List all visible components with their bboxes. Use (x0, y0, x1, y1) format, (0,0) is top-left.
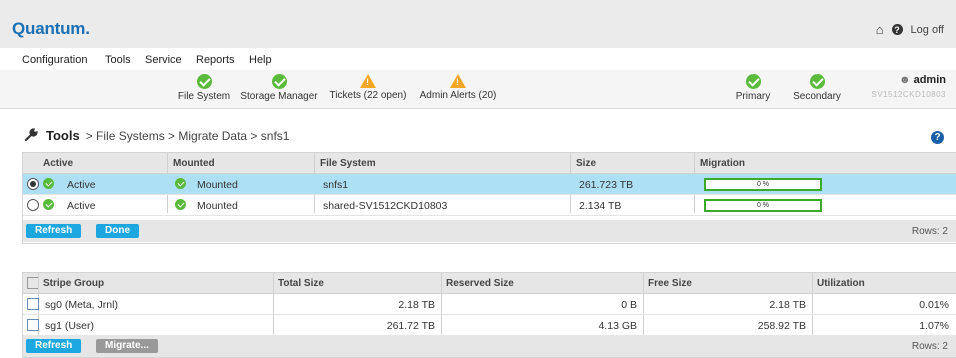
menu-tools[interactable]: Tools (105, 54, 131, 66)
table-footer: Refresh Migrate... Rows: 2 (23, 335, 956, 357)
host-name: SV1512CKD10803 (871, 90, 946, 99)
table-row[interactable]: sg0 (Meta, Jrnl) 2.18 TB 0 B 2.18 TB 0.0… (23, 294, 956, 315)
mounted-status: Mounted (197, 200, 238, 212)
user-icon: ☻ (898, 74, 911, 86)
status-secondary[interactable]: Secondary (791, 74, 843, 102)
main-menu: Configuration Tools Service Reports Help (0, 48, 956, 71)
col-size[interactable]: Size (576, 158, 596, 169)
total-size: 261.72 TB (386, 320, 435, 332)
migrate-button[interactable]: Migrate... (96, 339, 158, 353)
check-circle-icon (175, 199, 186, 210)
col-mounted[interactable]: Mounted (173, 158, 215, 169)
check-circle-icon (745, 74, 761, 89)
free-size: 2.18 TB (769, 299, 806, 311)
col-utilization[interactable]: Utilization (817, 278, 865, 289)
check-circle-icon (43, 178, 54, 189)
migration-progress: 0 % (704, 178, 822, 191)
check-circle-icon (809, 74, 825, 89)
file-system-name: shared-SV1512CKD10803 (323, 200, 448, 212)
user-info[interactable]: ☻ admin SV1512CKD10803 (871, 74, 946, 99)
rows-count: Rows: 2 (911, 226, 948, 237)
col-total-size[interactable]: Total Size (278, 278, 324, 289)
file-system-size: 261.723 TB (579, 179, 634, 191)
col-migration[interactable]: Migration (700, 158, 745, 169)
active-status: Active (67, 200, 96, 212)
help-icon[interactable]: ? (891, 24, 903, 35)
reserved-size: 0 B (621, 299, 637, 311)
col-active[interactable]: Active (43, 158, 73, 169)
col-free-size[interactable]: Free Size (648, 278, 692, 289)
migration-progress: 0 % (704, 199, 822, 212)
col-file-system[interactable]: File System (320, 158, 376, 169)
mounted-status: Mounted (197, 179, 238, 191)
menu-help[interactable]: Help (249, 54, 272, 66)
page-title-text: Tools (46, 128, 80, 143)
table-header: Active Mounted File System Size Migratio… (23, 153, 956, 174)
file-system-name: snfs1 (323, 179, 349, 191)
warning-icon: ! (360, 74, 376, 88)
app-header: Quantum. ⌂ ? Log off (0, 0, 956, 48)
free-size: 258.92 TB (757, 320, 806, 332)
quantum-logo: Quantum. (12, 19, 90, 38)
stripe-group-name: sg1 (User) (45, 320, 95, 332)
status-primary[interactable]: Primary (732, 74, 774, 102)
stripe-group-table: Stripe Group Total Size Reserved Size Fr… (22, 272, 956, 358)
check-circle-icon (271, 74, 287, 89)
check-circle-icon (175, 178, 186, 189)
table-header: Stripe Group Total Size Reserved Size Fr… (23, 273, 956, 294)
menu-configuration[interactable]: Configuration (22, 54, 87, 66)
col-stripe-group[interactable]: Stripe Group (43, 278, 104, 289)
table-row[interactable]: sg1 (User) 261.72 TB 4.13 GB 258.92 TB 1… (23, 315, 956, 336)
table-footer: Refresh Done Rows: 2 (23, 220, 956, 242)
rows-count: Rows: 2 (911, 341, 948, 352)
home-icon[interactable]: ⌂ (876, 22, 884, 37)
file-system-table: Active Mounted File System Size Migratio… (22, 152, 956, 244)
active-status: Active (67, 179, 96, 191)
row-checkbox[interactable] (27, 298, 39, 310)
help-icon[interactable]: ? (931, 131, 944, 144)
table-row[interactable]: Active Mounted shared-SV1512CKD10803 2.1… (23, 195, 956, 216)
refresh-button[interactable]: Refresh (26, 339, 82, 353)
wrench-icon (24, 126, 40, 145)
menu-service[interactable]: Service (145, 54, 182, 66)
utilization: 1.07% (919, 320, 949, 332)
status-bar: File System Storage Manager ! Tickets (2… (0, 70, 956, 109)
breadcrumb: > File Systems > Migrate Data > snfs1 (85, 128, 290, 143)
stripe-group-name: sg0 (Meta, Jrnl) (45, 299, 118, 311)
warning-icon: ! (450, 74, 466, 88)
status-tickets[interactable]: ! Tickets (22 open) (326, 74, 410, 101)
reserved-size: 4.13 GB (598, 320, 637, 332)
header-actions: ⌂ ? Log off (876, 22, 944, 37)
row-radio[interactable] (27, 199, 39, 211)
row-checkbox[interactable] (27, 319, 39, 331)
table-row[interactable]: Active Mounted snfs1 261.723 TB 0 % (23, 174, 956, 195)
row-radio[interactable] (27, 178, 39, 190)
status-file-system[interactable]: File System (176, 74, 232, 102)
file-system-size: 2.134 TB (579, 200, 622, 212)
menu-reports[interactable]: Reports (196, 54, 235, 66)
check-circle-icon (43, 199, 54, 210)
check-circle-icon (196, 74, 212, 89)
refresh-button[interactable]: Refresh (26, 224, 82, 238)
status-storage-manager[interactable]: Storage Manager (240, 74, 318, 102)
logoff-link[interactable]: Log off (911, 24, 944, 36)
col-reserved-size[interactable]: Reserved Size (446, 278, 514, 289)
utilization: 0.01% (919, 299, 949, 311)
total-size: 2.18 TB (398, 299, 435, 311)
done-button[interactable]: Done (96, 224, 139, 238)
status-admin-alerts[interactable]: ! Admin Alerts (20) (416, 74, 500, 101)
page-title: Tools > File Systems > Migrate Data > sn… (24, 126, 289, 145)
